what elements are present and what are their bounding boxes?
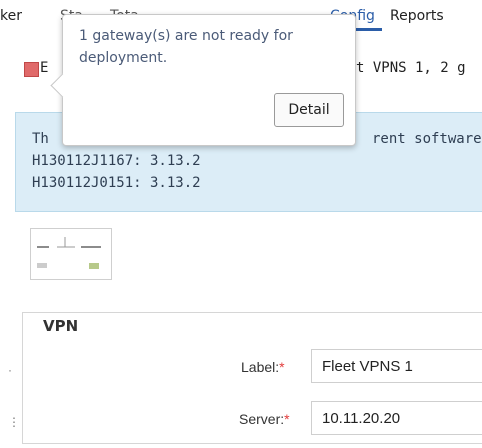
server-input[interactable]: 10.11.20.20 xyxy=(311,401,482,435)
deployment-warning-popup: 1 gateway(s) are not ready for deploymen… xyxy=(50,14,356,146)
required-mark: * xyxy=(279,359,285,375)
nav-reports[interactable]: Reports xyxy=(390,8,444,24)
summary-text-end: t VPNS 1, 2 g xyxy=(356,60,466,76)
info-line-1-start: Th xyxy=(32,131,49,147)
side-marker-dot: · xyxy=(8,363,12,377)
vpn-section-title: VPN xyxy=(43,317,79,335)
side-marker-dot: ⋮ xyxy=(8,415,20,429)
detail-button[interactable]: Detail xyxy=(274,93,344,127)
info-line-2: H130112J1167: 3.13.2 xyxy=(32,153,201,169)
label-input[interactable]: Fleet VPNS 1 xyxy=(311,349,482,383)
summary-text-start: E xyxy=(40,60,49,76)
side-markers: · ⋮ xyxy=(8,344,20,448)
error-square-icon xyxy=(24,62,39,77)
server-field-label: Server:* xyxy=(239,411,290,427)
required-mark: * xyxy=(284,411,290,427)
info-line-3: H130112J0151: 3.13.2 xyxy=(32,175,201,191)
topology-diagram-icon xyxy=(37,237,101,269)
server-field-label-text: Server: xyxy=(239,411,285,427)
vpn-section: VPN Label:* Fleet VPNS 1 Server:* 10.11.… xyxy=(22,312,482,444)
nav-tracker[interactable]: ker xyxy=(0,8,22,24)
label-field-label: Label:* xyxy=(241,359,285,375)
info-line-1-end: rent software xyxy=(372,131,482,147)
popup-message: 1 gateway(s) are not ready for deploymen… xyxy=(79,28,293,66)
topology-thumbnail[interactable] xyxy=(30,228,112,280)
label-field-label-text: Label: xyxy=(241,359,280,375)
